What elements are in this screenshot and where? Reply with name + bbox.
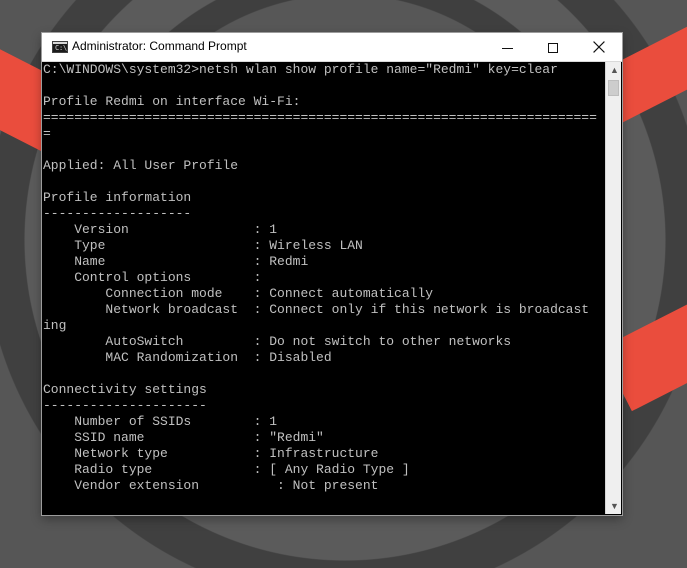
console-line: AutoSwitch : Do not switch to other netw… (43, 334, 512, 349)
console-line: ------------------- (43, 206, 192, 221)
close-icon (593, 41, 605, 53)
console-line: Profile information (43, 190, 192, 205)
console-line: Network type : Infrastructure (43, 446, 379, 461)
close-button[interactable] (576, 33, 622, 61)
console-line: ing (43, 318, 67, 333)
window-controls (484, 33, 622, 61)
console-line: Name : Redmi (43, 254, 309, 269)
console-line: ========================================… (43, 110, 597, 125)
console-line: MAC Randomization : Disabled (43, 350, 332, 365)
console-line: Connection mode : Connect automatically (43, 286, 434, 301)
console-line: Profile Redmi on interface Wi-Fi: (43, 94, 301, 109)
window-titlebar[interactable]: C:\ Administrator: Command Prompt (42, 33, 622, 62)
console-line: Applied: All User Profile (43, 158, 239, 173)
command-prompt-icon: C:\ (52, 41, 68, 53)
console-line: SSID name : "Redmi" (43, 430, 324, 445)
scroll-up-icon[interactable]: ▲ (610, 66, 619, 75)
scroll-thumb[interactable] (608, 80, 619, 96)
console-line: --------------------- (43, 398, 207, 413)
maximize-button[interactable] (530, 33, 576, 61)
console-line: C:\WINDOWS\system32>netsh wlan show prof… (43, 62, 558, 77)
command-prompt-icon-text: C:\ (55, 44, 68, 52)
command-prompt-window[interactable]: C:\ Administrator: Command Prompt C:\WIN… (42, 33, 622, 515)
window-title: Administrator: Command Prompt (72, 39, 247, 53)
console-line: Connectivity settings (43, 382, 207, 397)
console-line: Type : Wireless LAN (43, 238, 363, 253)
console-line: Radio type : [ Any Radio Type ] (43, 462, 410, 477)
console-line: = (43, 126, 51, 141)
console-line: Number of SSIDs : 1 (43, 414, 278, 429)
console-line: Version : 1 (43, 222, 278, 237)
scroll-down-icon[interactable]: ▼ (610, 502, 619, 511)
minimize-button[interactable] (484, 33, 530, 61)
console-line: Vendor extension : Not present (43, 478, 379, 493)
console-output[interactable]: C:\WINDOWS\system32>netsh wlan show prof… (43, 62, 605, 514)
vertical-scrollbar[interactable]: ▲ ▼ (605, 62, 621, 514)
console-line: Network broadcast : Connect only if this… (43, 302, 590, 317)
console-line: Control options : (43, 270, 262, 285)
